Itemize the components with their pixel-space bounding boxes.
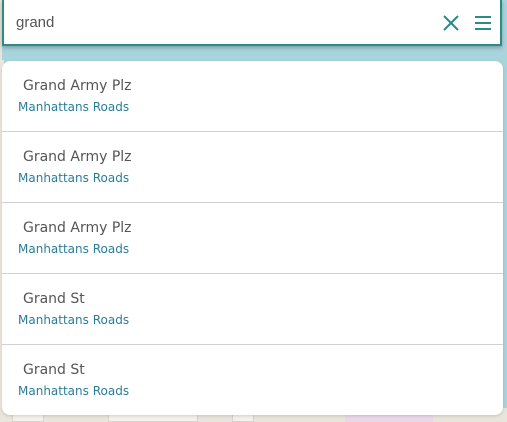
result-subtitle: Manhattans Roads — [18, 242, 130, 256]
search-results-list: Grand Army Plz Manhattans Roads Grand Ar… — [2, 61, 503, 415]
result-item[interactable]: Grand Army Plz Manhattans Roads — [2, 61, 503, 132]
result-item[interactable]: Grand St Manhattans Roads — [2, 345, 503, 415]
result-item[interactable]: Grand Army Plz Manhattans Roads — [2, 203, 503, 274]
result-title: Grand St — [23, 291, 85, 307]
result-title: Grand Army Plz — [23, 78, 132, 94]
result-subtitle: Manhattans Roads — [18, 313, 130, 327]
search-bar — [2, 0, 502, 46]
result-title: Grand Army Plz — [23, 220, 132, 236]
result-item[interactable]: Grand Army Plz Manhattans Roads — [2, 132, 503, 203]
result-subtitle: Manhattans Roads — [18, 384, 130, 398]
close-icon[interactable] — [442, 14, 460, 32]
result-subtitle: Manhattans Roads — [18, 100, 130, 114]
result-title: Grand Army Plz — [23, 149, 132, 165]
hamburger-menu-icon[interactable] — [474, 15, 492, 31]
result-item[interactable]: Grand St Manhattans Roads — [2, 274, 503, 345]
result-title: Grand St — [23, 362, 85, 378]
search-input[interactable] — [16, 10, 416, 34]
result-subtitle: Manhattans Roads — [18, 171, 130, 185]
